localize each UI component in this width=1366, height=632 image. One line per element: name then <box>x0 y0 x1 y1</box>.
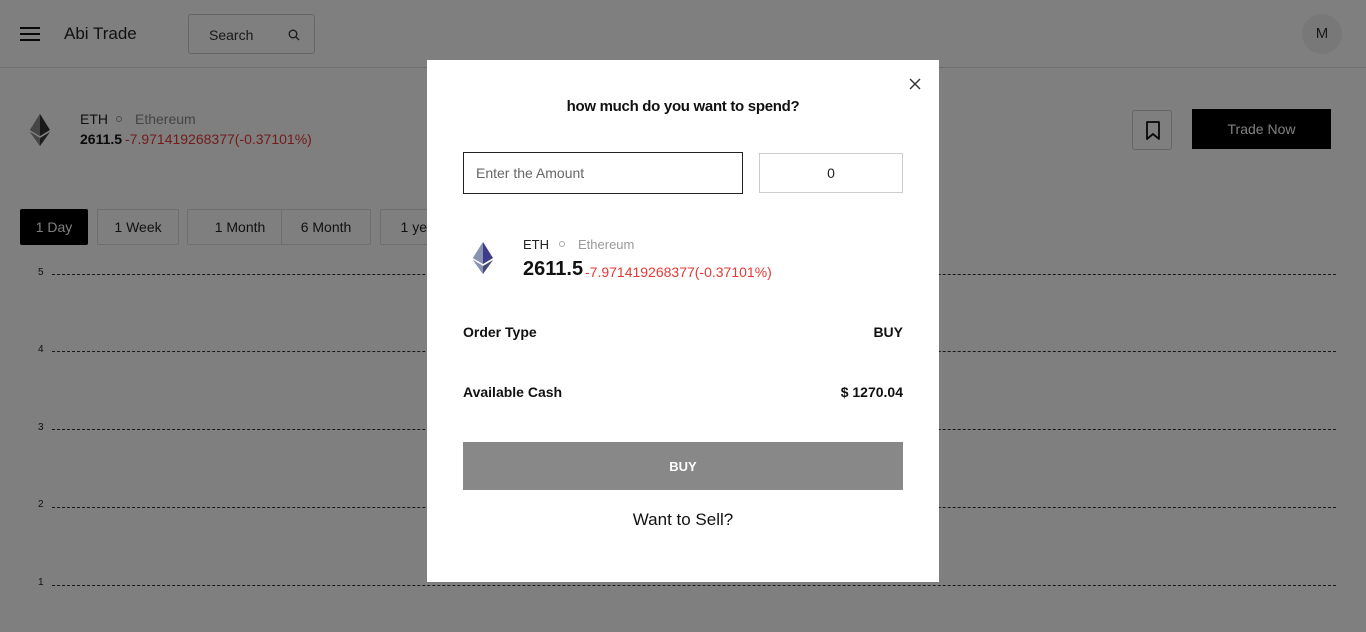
quantity-field: 0 <box>759 153 903 193</box>
available-cash-value: $ 1270.04 <box>840 384 903 400</box>
modal-title: how much do you want to spend? <box>566 98 800 115</box>
order-type-label: Order Type <box>463 324 537 340</box>
buy-order-modal: how much do you want to spend? 0 ETH Eth… <box>427 60 939 582</box>
order-type-value: BUY <box>873 324 903 340</box>
modal-asset-change: -7.971419268377(-0.37101%) <box>585 264 772 280</box>
available-cash-label: Available Cash <box>463 384 563 400</box>
buy-button[interactable]: BUY <box>463 442 903 490</box>
modal-asset-symbol: ETH <box>523 237 549 252</box>
amount-input[interactable] <box>463 152 743 194</box>
close-icon[interactable] <box>908 77 922 91</box>
modal-asset-name: Ethereum <box>578 237 635 252</box>
separator-dot-icon <box>559 241 565 247</box>
ethereum-logo-icon <box>473 242 493 274</box>
want-to-sell-link[interactable]: Want to Sell? <box>427 510 939 530</box>
modal-asset-price: 2611.5 <box>523 258 584 280</box>
